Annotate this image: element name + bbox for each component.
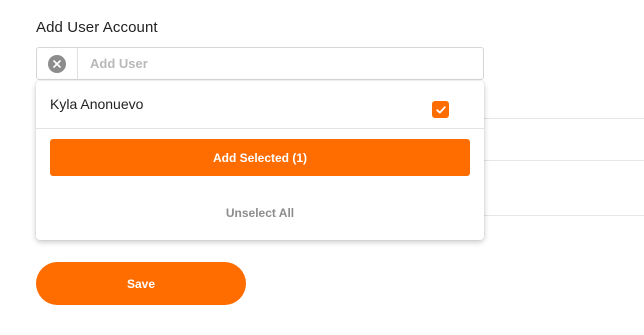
user-dropdown: Kyla Anonuevo Add Selected (1) Unselect …	[36, 81, 484, 240]
user-search-box	[36, 47, 484, 80]
clear-cell	[37, 48, 78, 79]
add-selected-button[interactable]: Add Selected (1)	[50, 139, 470, 176]
user-option-checkbox[interactable]	[432, 101, 449, 118]
add-user-form: Add User Account Kyla Anonuevo Add Selec…	[0, 0, 644, 335]
clear-search-button[interactable]	[48, 54, 66, 73]
add-user-account-label: Add User Account	[36, 19, 158, 36]
unselect-all-link[interactable]: Unselect All	[36, 206, 484, 220]
user-option-label: Kyla Anonuevo	[50, 96, 144, 112]
background-divider	[484, 215, 644, 216]
checkmark-icon	[435, 105, 446, 113]
user-search-input[interactable]	[78, 49, 483, 78]
background-divider	[484, 118, 644, 119]
close-icon	[53, 59, 61, 68]
background-divider	[484, 160, 644, 161]
save-button[interactable]: Save	[36, 262, 246, 305]
user-option-row[interactable]: Kyla Anonuevo	[36, 81, 484, 129]
